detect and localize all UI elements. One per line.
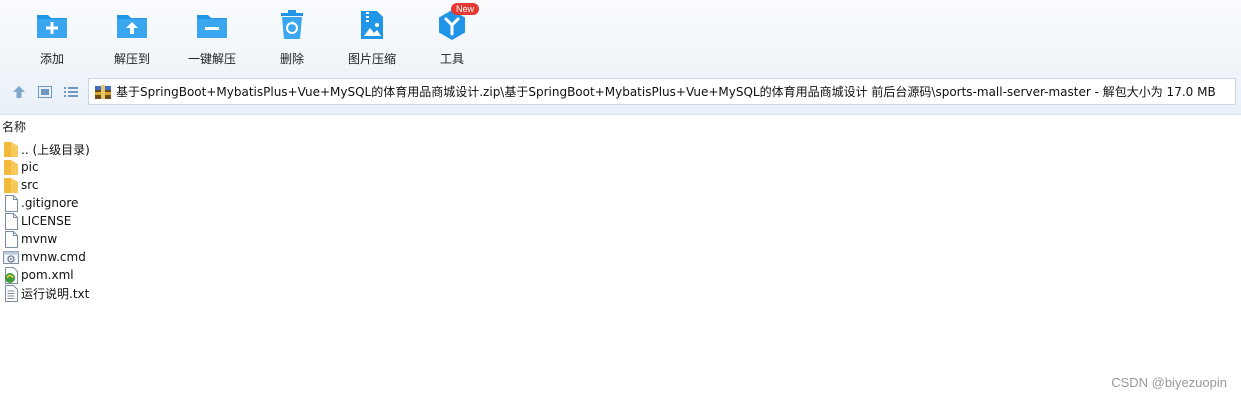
image-compress-button-label: 图片压缩 bbox=[347, 52, 396, 66]
file-icon bbox=[3, 212, 19, 230]
top-panel: 添加 解压到 一键解压 删除 图片压缩 New 工具 基于SpringBoot+… bbox=[0, 0, 1241, 115]
folder-icon bbox=[3, 159, 19, 176]
delete-icon bbox=[275, 8, 309, 42]
list-item-file[interactable]: mvnw bbox=[0, 230, 90, 248]
file-name: 运行说明.txt bbox=[21, 286, 90, 301]
list-item-file[interactable]: 运行说明.txt bbox=[0, 284, 90, 302]
list-item-parent[interactable]: .. (上级目录) bbox=[0, 140, 90, 158]
add-button-label: 添加 bbox=[39, 52, 64, 66]
file-name: mvnw.cmd bbox=[21, 250, 86, 264]
folder-icon bbox=[3, 177, 19, 194]
image-compress-icon bbox=[355, 8, 389, 42]
file-name: .. (上级目录) bbox=[21, 142, 90, 157]
file-name: pom.xml bbox=[21, 268, 74, 282]
address-path: 基于SpringBoot+MybatisPlus+Vue+MySQL的体育用品商… bbox=[116, 85, 1216, 99]
extract-to-icon bbox=[115, 8, 149, 42]
list-view-icon[interactable] bbox=[62, 83, 80, 101]
address-bar[interactable]: 基于SpringBoot+MybatisPlus+Vue+MySQL的体育用品商… bbox=[88, 78, 1236, 105]
name-column-header[interactable]: 名称 bbox=[0, 117, 302, 135]
image-compress-button[interactable]: 图片压缩 bbox=[332, 8, 412, 70]
archive-icon bbox=[95, 84, 111, 99]
list-item-file[interactable]: pom.xml bbox=[0, 266, 90, 284]
cmd-file-icon bbox=[3, 249, 19, 266]
file-icon bbox=[3, 230, 19, 248]
text-file-icon bbox=[3, 284, 19, 302]
up-arrow-icon[interactable] bbox=[10, 83, 28, 101]
delete-button-label: 删除 bbox=[279, 52, 304, 66]
watermark: CSDN @biyezuopin bbox=[1111, 375, 1227, 390]
list-item-file[interactable]: .gitignore bbox=[0, 194, 90, 212]
tools-icon: New bbox=[435, 3, 480, 42]
extract-to-button-label: 解压到 bbox=[113, 52, 150, 66]
folder-icon bbox=[3, 141, 19, 158]
add-button[interactable]: 添加 bbox=[12, 8, 92, 70]
tools-button[interactable]: New 工具 bbox=[412, 3, 492, 70]
list-item-folder[interactable]: pic bbox=[0, 158, 90, 176]
one-click-extract-icon bbox=[195, 8, 229, 42]
one-click-extract-button[interactable]: 一键解压 bbox=[172, 8, 252, 70]
add-folder-icon bbox=[35, 8, 69, 42]
file-name: LICENSE bbox=[21, 214, 72, 228]
one-click-extract-button-label: 一键解压 bbox=[187, 52, 236, 66]
new-badge: New bbox=[451, 3, 480, 15]
list-item-file[interactable]: mvnw.cmd bbox=[0, 248, 90, 266]
list-item-folder[interactable]: src bbox=[0, 176, 90, 194]
file-name: pic bbox=[21, 160, 39, 174]
delete-button[interactable]: 删除 bbox=[252, 8, 332, 70]
file-name: .gitignore bbox=[21, 196, 79, 210]
file-name: mvnw bbox=[21, 232, 58, 246]
xml-file-icon bbox=[3, 266, 19, 284]
list-item-file[interactable]: LICENSE bbox=[0, 212, 90, 230]
file-name: src bbox=[21, 178, 39, 192]
file-list: .. (上级目录) pic src .gitignore LICENSE mvn… bbox=[0, 140, 90, 302]
thumbnail-view-icon[interactable] bbox=[36, 83, 54, 101]
file-icon bbox=[3, 194, 19, 212]
extract-to-button[interactable]: 解压到 bbox=[92, 8, 172, 70]
toolbar: 添加 解压到 一键解压 删除 图片压缩 New 工具 bbox=[0, 0, 1241, 72]
tools-button-label: 工具 bbox=[439, 52, 464, 66]
navigation-row: 基于SpringBoot+MybatisPlus+Vue+MySQL的体育用品商… bbox=[0, 78, 1241, 106]
